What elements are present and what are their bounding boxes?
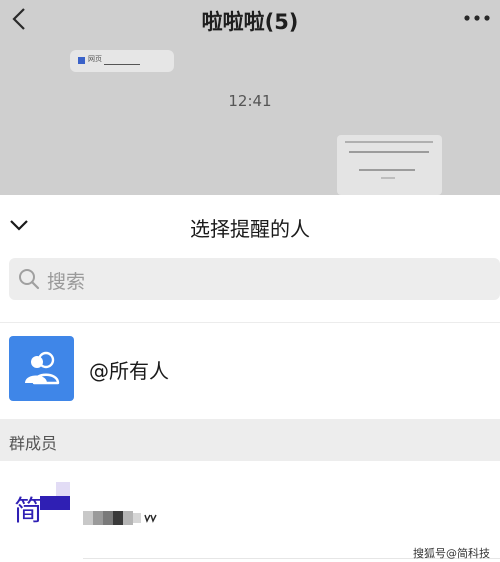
mention-all-item[interactable]: @所有人: [0, 335, 500, 405]
thumbnail-line: [359, 169, 415, 171]
chat-header: 啦啦啦(5): [0, 0, 500, 40]
mention-picker-sheet: 选择提醒的人 搜索 @所有人 群成员 简: [0, 195, 500, 562]
section-title: 群成员: [9, 434, 58, 453]
shared-message-bubble[interactable]: 网页: [70, 50, 174, 72]
mention-all-label: @所有人: [89, 359, 169, 383]
member-avatar: 简: [14, 482, 70, 527]
sheet-header: 选择提醒的人: [0, 195, 500, 253]
message-timestamp: 12:41: [228, 92, 272, 110]
search-icon: [19, 269, 40, 290]
thumbnail-line: [349, 151, 429, 153]
app-icon: [78, 57, 85, 64]
thumbnail-line: [345, 141, 433, 143]
chat-background: 啦啦啦(5) 网页 12:41: [0, 0, 500, 195]
shared-message-text: [104, 64, 140, 65]
more-icon[interactable]: [462, 10, 492, 26]
member-name-redacted: [83, 511, 157, 525]
search-placeholder: 搜索: [47, 271, 86, 293]
screenshot-thumbnail[interactable]: [337, 135, 442, 195]
divider: [0, 322, 500, 323]
section-header: 群成员: [0, 419, 500, 461]
group-avatar: [9, 336, 74, 401]
sheet-title: 选择提醒的人: [190, 217, 310, 241]
watermark: 搜狐号@简科技: [413, 547, 490, 560]
chat-title: 啦啦啦(5): [201, 10, 299, 34]
member-avatar-text: 简: [14, 494, 42, 527]
shared-message-label: 网页: [88, 55, 102, 63]
search-input[interactable]: 搜索: [9, 258, 500, 300]
thumbnail-line: [381, 177, 395, 179]
people-icon: [25, 351, 60, 385]
